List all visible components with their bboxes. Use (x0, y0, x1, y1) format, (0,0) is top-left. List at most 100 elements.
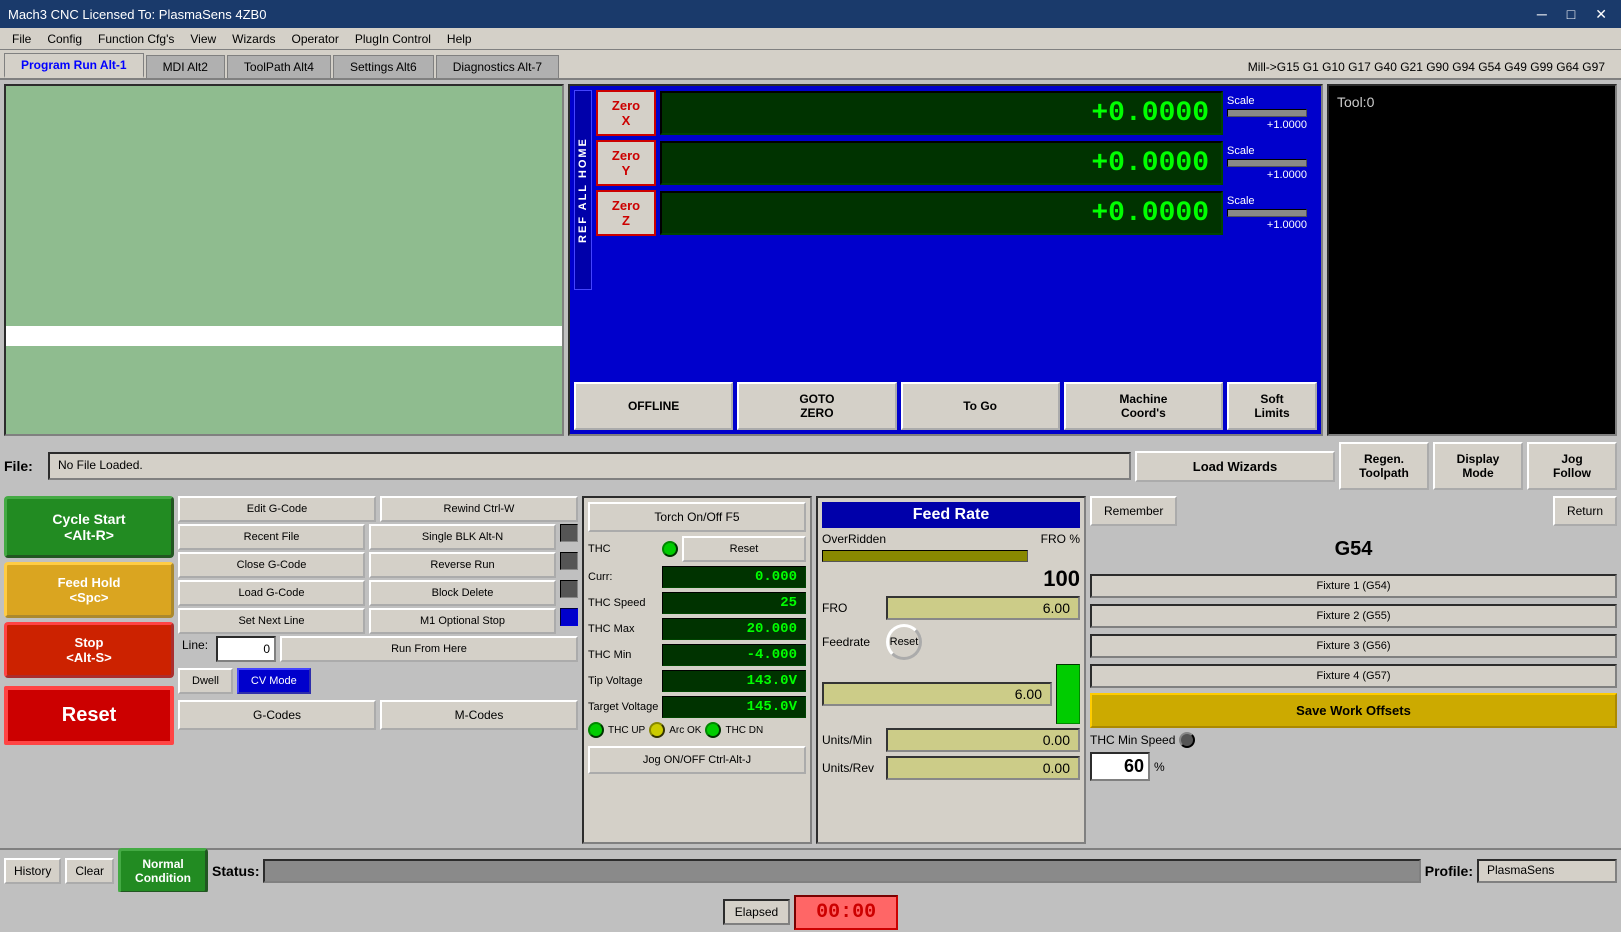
thc-pct-row: % (1090, 752, 1617, 781)
reset-button[interactable]: Reset (4, 686, 174, 745)
close-button[interactable]: ✕ (1589, 4, 1613, 25)
arc-ok-label: Arc OK (669, 725, 701, 736)
recent-file-button[interactable]: Recent File (178, 524, 365, 550)
menu-plugin-control[interactable]: PlugIn Control (347, 30, 439, 48)
feedrate-label: Feedrate (822, 635, 882, 649)
scale-x-value: +1.0000 (1227, 119, 1307, 131)
thc-row: THC Reset (588, 536, 806, 562)
thc-max-value: 20.000 (662, 618, 806, 640)
fixture3-button[interactable]: Fixture 3 (G56) (1090, 634, 1617, 658)
feedrate-title: Feed Rate (822, 502, 1080, 528)
fixture1-button[interactable]: Fixture 1 (G54) (1090, 574, 1617, 598)
scale-x-label: Scale (1227, 95, 1255, 107)
tab-toolpath[interactable]: ToolPath Alt4 (227, 55, 331, 78)
mid-row-6: Line: Run From Here (178, 636, 578, 662)
torch-on-off-button[interactable]: Torch On/Off F5 (588, 502, 806, 532)
block-delete-button[interactable]: Block Delete (369, 580, 556, 606)
cycle-start-button[interactable]: Cycle Start<Alt-R> (4, 496, 174, 558)
thc-led (662, 541, 678, 557)
jog-follow-button[interactable]: JogFollow (1527, 442, 1617, 490)
dro-panel: REF ALL HOME ZeroX +0.0000 Scale +1.0000 (568, 84, 1323, 436)
menu-file[interactable]: File (4, 30, 39, 48)
feedrate-reset-button[interactable]: Reset (886, 624, 922, 660)
gcode-scroll[interactable] (6, 86, 562, 434)
units-min-label: Units/Min (822, 733, 882, 747)
thc-min-speed-input[interactable] (1090, 752, 1150, 781)
return-button[interactable]: Return (1553, 496, 1617, 526)
dro-x-value: +0.0000 (660, 91, 1223, 135)
cv-mode-button[interactable]: CV Mode (237, 668, 311, 694)
stop-button[interactable]: Stop<Alt-S> (4, 622, 174, 678)
feed-hold-button[interactable]: Feed Hold<Spc> (4, 562, 174, 618)
menu-config[interactable]: Config (39, 30, 90, 48)
clear-button[interactable]: Clear (65, 858, 114, 884)
history-button[interactable]: History (4, 858, 61, 884)
goto-zero-button[interactable]: GOTOZERO (737, 382, 896, 430)
set-next-line-button[interactable]: Set Next Line (178, 608, 365, 634)
tab-settings[interactable]: Settings Alt6 (333, 55, 434, 78)
edit-gcode-button[interactable]: Edit G-Code (178, 496, 376, 522)
m-codes-button[interactable]: M-Codes (380, 700, 578, 730)
single-blk-button[interactable]: Single BLK Alt-N (369, 524, 556, 550)
zero-x-button[interactable]: ZeroX (596, 90, 656, 136)
units-rev-input[interactable] (886, 756, 1080, 780)
dro-row-x: ZeroX +0.0000 Scale +1.0000 (596, 90, 1317, 136)
curr-label: Curr: (588, 571, 658, 583)
status-bar: History Clear NormalCondition Status: Pr… (0, 848, 1621, 892)
m1-optional-stop-button[interactable]: M1 Optional Stop (369, 608, 556, 634)
dro-axes: ZeroX +0.0000 Scale +1.0000 ZeroY +0.000… (596, 90, 1317, 376)
menu-operator[interactable]: Operator (284, 30, 347, 48)
load-wizards-button[interactable]: Load Wizards (1135, 451, 1335, 482)
menu-wizards[interactable]: Wizards (224, 30, 283, 48)
gcode-status: Mill->G15 G1 G10 G17 G40 G21 G90 G94 G54… (1236, 56, 1617, 78)
scale-z-value: +1.0000 (1227, 219, 1307, 231)
rewind-button[interactable]: Rewind Ctrl-W (380, 496, 578, 522)
normal-condition-button[interactable]: NormalCondition (118, 848, 208, 894)
arc-ok-indicator: Arc OK (649, 722, 701, 738)
jog-on-off-button[interactable]: Jog ON/OFF Ctrl-Alt-J (588, 746, 806, 774)
tab-program-run[interactable]: Program Run Alt-1 (4, 53, 144, 78)
regen-toolpath-button[interactable]: Regen.Toolpath (1339, 442, 1429, 490)
remember-button[interactable]: Remember (1090, 496, 1177, 526)
window-controls: ─ □ ✕ (1531, 4, 1613, 25)
scale-z-bar (1227, 209, 1307, 217)
dwell-button[interactable]: Dwell (178, 668, 233, 694)
fixture2-button[interactable]: Fixture 2 (G55) (1090, 604, 1617, 628)
tab-mdi[interactable]: MDI Alt2 (146, 55, 225, 78)
g-codes-button[interactable]: G-Codes (178, 700, 376, 730)
close-gcode-button[interactable]: Close G-Code (178, 552, 365, 578)
tip-voltage-value: 143.0V (662, 670, 806, 692)
timer-display: 00:00 (794, 895, 898, 930)
zero-z-button[interactable]: ZeroZ (596, 190, 656, 236)
machine-coords-button[interactable]: MachineCoord's (1064, 382, 1223, 430)
fixture4-button[interactable]: Fixture 4 (G57) (1090, 664, 1617, 688)
to-go-button[interactable]: To Go (901, 382, 1060, 430)
units-min-input[interactable] (886, 728, 1080, 752)
tip-voltage-row: Tip Voltage 143.0V (588, 670, 806, 692)
feedrate-value-input[interactable] (822, 682, 1052, 706)
save-work-offsets-button[interactable]: Save Work Offsets (1090, 693, 1617, 728)
minimize-button[interactable]: ─ (1531, 4, 1553, 25)
tab-diagnostics[interactable]: Diagnostics Alt-7 (436, 55, 559, 78)
run-from-here-button[interactable]: Run From Here (280, 636, 578, 662)
maximize-button[interactable]: □ (1561, 4, 1581, 25)
target-voltage-row: Target Voltage 145.0V (588, 696, 806, 718)
thc-speed-label: THC Speed (588, 597, 658, 609)
thc-reset-button[interactable]: Reset (682, 536, 806, 562)
scale-y-label: Scale (1227, 145, 1255, 157)
units-rev-row: Units/Rev (822, 756, 1080, 780)
soft-limits-button[interactable]: SoftLimits (1227, 382, 1317, 430)
menu-view[interactable]: View (182, 30, 224, 48)
fro-input[interactable] (886, 596, 1080, 620)
zero-y-button[interactable]: ZeroY (596, 140, 656, 186)
line-input[interactable] (216, 636, 276, 662)
reverse-run-button[interactable]: Reverse Run (369, 552, 556, 578)
menu-help[interactable]: Help (439, 30, 480, 48)
display-mode-button[interactable]: DisplayMode (1433, 442, 1523, 490)
menu-function-cfgs[interactable]: Function Cfg's (90, 30, 182, 48)
load-gcode-button[interactable]: Load G-Code (178, 580, 365, 606)
offline-button[interactable]: OFFLINE (574, 382, 733, 430)
thc-min-speed-led (1179, 732, 1195, 748)
curr-row: Curr: 0.000 (588, 566, 806, 588)
feedrate-row: Feedrate Reset (822, 624, 1080, 660)
